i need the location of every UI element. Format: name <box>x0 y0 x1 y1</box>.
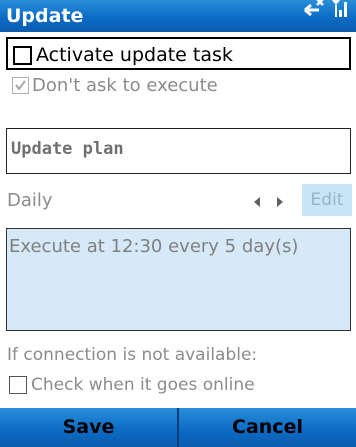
prev-arrow-icon[interactable] <box>254 197 260 207</box>
status-icons <box>302 0 350 28</box>
checkmark-icon <box>15 80 26 91</box>
signal-icon[interactable] <box>330 0 350 28</box>
next-arrow-icon[interactable] <box>277 197 283 207</box>
plan-description: Execute at 12:30 every 5 day(s) <box>6 228 351 331</box>
connection-note: If connection is not available: <box>7 345 258 365</box>
dont-ask-checkbox[interactable] <box>12 77 29 94</box>
online-check-label: Check when it goes online <box>31 375 255 395</box>
cancel-button[interactable]: Cancel <box>177 408 356 447</box>
update-plan-value: Update plan <box>11 139 124 159</box>
dont-ask-row[interactable]: Don't ask to execute <box>12 75 218 96</box>
softkey-bar: Save Cancel <box>0 408 356 447</box>
plan-description-text: Execute at 12:30 every 5 day(s) <box>9 236 299 257</box>
activate-task-row[interactable]: Activate update task <box>6 37 351 70</box>
title-bar: Update <box>0 0 356 32</box>
connectivity-icon[interactable] <box>302 0 328 28</box>
activate-task-label: Activate update task <box>36 44 233 66</box>
dont-ask-label: Don't ask to execute <box>32 75 218 96</box>
online-check-checkbox[interactable] <box>9 376 27 394</box>
save-button[interactable]: Save <box>0 408 177 447</box>
activate-task-checkbox[interactable] <box>13 45 32 65</box>
frequency-value[interactable]: Daily <box>7 190 53 211</box>
online-check-row[interactable]: Check when it goes online <box>9 375 255 395</box>
window-title: Update <box>6 5 84 27</box>
update-plan-field[interactable]: Update plan <box>6 128 351 174</box>
edit-button[interactable]: Edit <box>302 184 352 216</box>
